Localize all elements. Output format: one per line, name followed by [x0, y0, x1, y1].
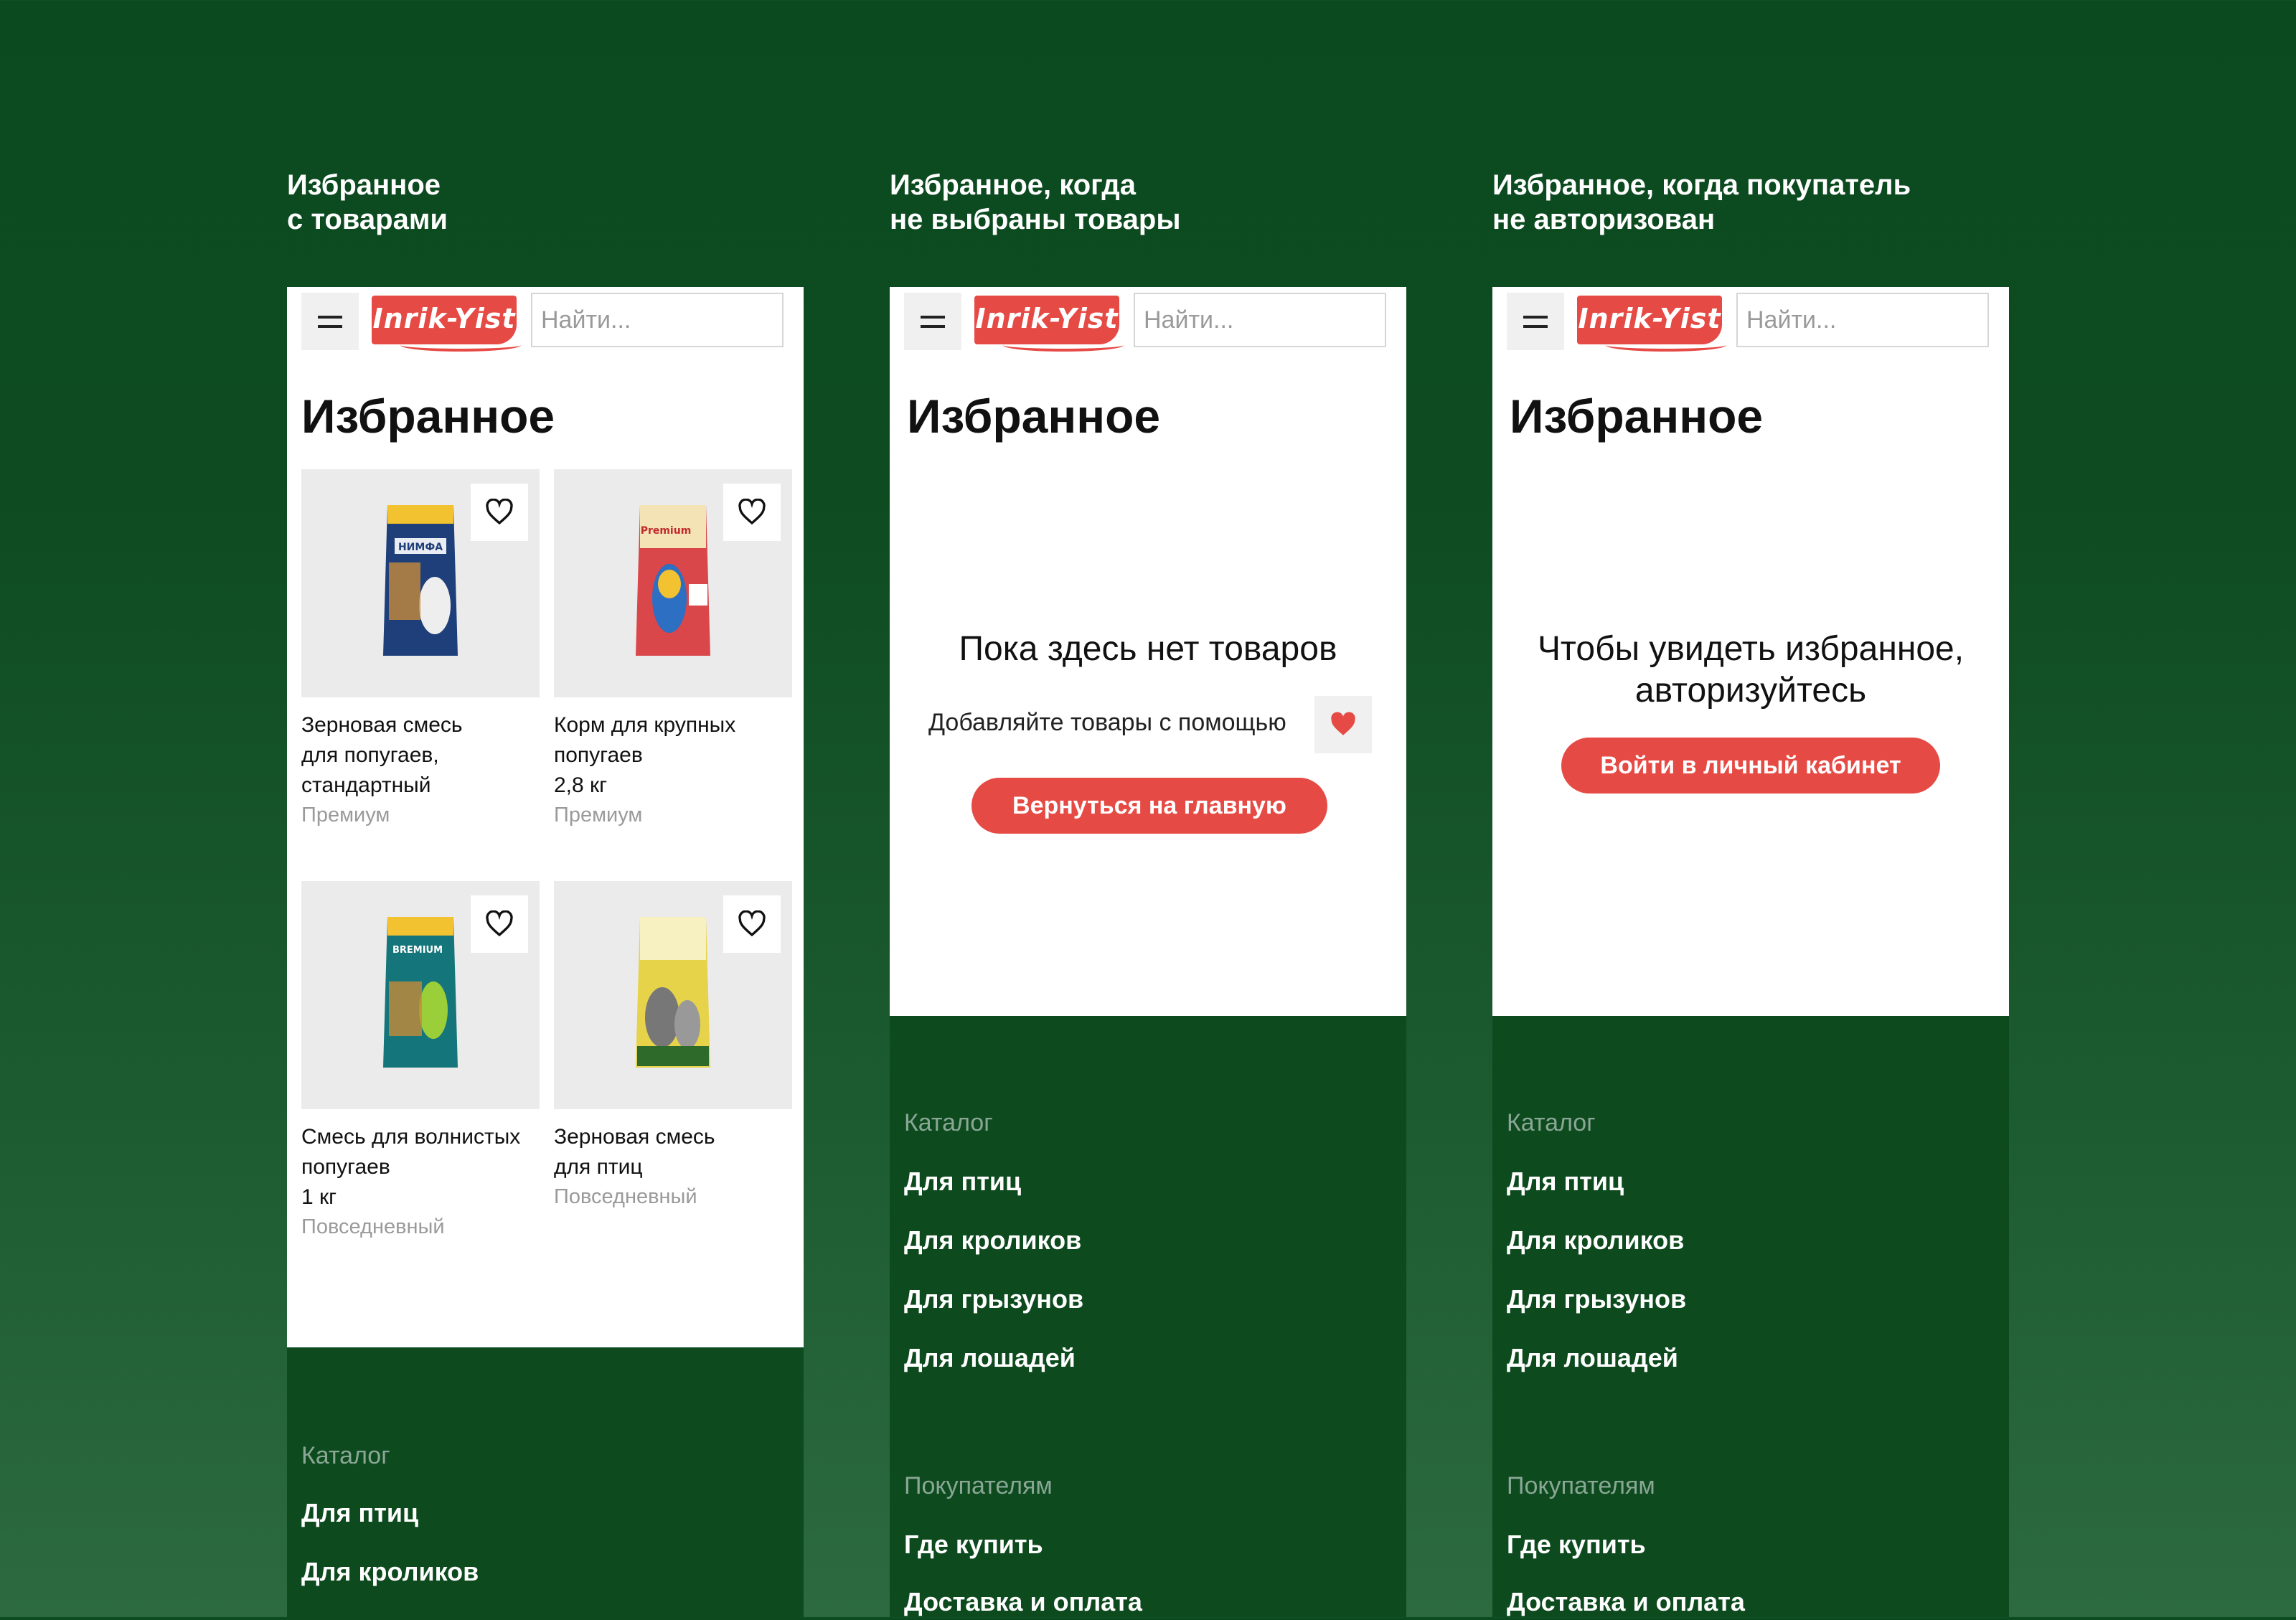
- product-name[interactable]: Зерновая смесь для попугаев, стандартный: [301, 710, 540, 801]
- footer-buyers-heading: Покупателям: [1507, 1472, 1655, 1499]
- favorite-toggle-button[interactable]: [723, 484, 781, 541]
- footer-link-rodents[interactable]: Для грызунов: [904, 1284, 1083, 1314]
- svg-text:Premium: Premium: [641, 525, 692, 537]
- screen-body: Inrik-Yist Найти... Избранное Пока здесь…: [890, 287, 1406, 1016]
- menu-button[interactable]: [904, 293, 961, 350]
- empty-state-hint: Добавляйте товары с помощью: [928, 709, 1286, 736]
- footer-buyers-heading: Покупателям: [904, 1472, 1053, 1499]
- screen-favorites-with-products: Inrik-Yist Найти... Избранное НИМФА Зерн…: [287, 287, 804, 1620]
- logo[interactable]: Inrik-Yist: [1577, 296, 1726, 352]
- page-title: Избранное: [301, 390, 555, 443]
- search-input[interactable]: Найти...: [1736, 293, 1989, 347]
- search-input[interactable]: Найти...: [1134, 293, 1386, 347]
- product-card[interactable]: НИМФА Зерновая смесь для попугаев, станд…: [301, 469, 540, 827]
- footer-link-rabbits[interactable]: Для кроликов: [1507, 1225, 1684, 1256]
- footer-catalog-heading: Каталог: [1507, 1109, 1596, 1136]
- product-tag: Повседневный: [301, 1215, 445, 1238]
- burger-icon: [1523, 315, 1548, 319]
- product-tag: Премиум: [554, 804, 643, 827]
- caption-unauthorized: Избранное, когда покупатель не авторизов…: [1492, 169, 1911, 235]
- menu-button[interactable]: [1507, 293, 1564, 350]
- product-pack-image: [636, 917, 710, 1068]
- footer-link-birds[interactable]: Для птиц: [1507, 1167, 1624, 1197]
- screen-body: Inrik-Yist Найти... Избранное НИМФА Зерн…: [287, 287, 804, 1347]
- footer-link-delivery[interactable]: Доставка и оплата: [904, 1587, 1142, 1617]
- product-card[interactable]: Зерновая смесь для птиц Повседневный: [554, 881, 792, 1209]
- product-pack-image: Premium: [636, 505, 710, 656]
- screen-body: Inrik-Yist Найти... Избранное Чтобы увид…: [1492, 287, 2009, 1016]
- footer: Каталог Для птиц Для кроликов Для грызун…: [890, 1016, 1406, 1617]
- footer: Каталог Для птиц Для кроликов Для грызун…: [1492, 1016, 2009, 1617]
- product-pack-image: BREMIUM: [383, 917, 458, 1068]
- heart-outline-icon: [738, 910, 766, 937]
- heart-outline-icon: [738, 499, 766, 525]
- footer-catalog-heading: Каталог: [904, 1109, 993, 1136]
- footer-link-rodents[interactable]: Для грызунов: [1507, 1284, 1686, 1314]
- product-image[interactable]: [554, 881, 792, 1109]
- screen-favorites-unauthorized: Inrik-Yist Найти... Избранное Чтобы увид…: [1492, 287, 2009, 1617]
- footer-link-where-to-buy[interactable]: Где купить: [1507, 1530, 1646, 1560]
- auth-title-line-1: Чтобы увидеть избранное,: [1537, 630, 1965, 668]
- heart-badge: [1314, 696, 1372, 753]
- page-title: Избранное: [1510, 390, 1764, 443]
- product-name[interactable]: Корм для крупных попугаев 2,8 кг: [554, 710, 792, 801]
- footer-link-birds[interactable]: Для птиц: [904, 1167, 1021, 1197]
- burger-icon: [318, 315, 342, 319]
- header: Inrik-Yist Найти...: [1492, 287, 2009, 364]
- back-to-home-button[interactable]: Вернуться на главную: [971, 778, 1327, 834]
- product-card[interactable]: BREMIUM Смесь для волнистых попугаев 1 к…: [301, 881, 540, 1239]
- footer-catalog-heading: Каталог: [301, 1442, 390, 1469]
- footer-link-delivery[interactable]: Доставка и оплата: [1507, 1587, 1745, 1617]
- burger-icon: [921, 315, 945, 319]
- empty-state-title: Пока здесь нет товаров: [959, 630, 1337, 668]
- login-button[interactable]: Войти в личный кабинет: [1561, 738, 1940, 793]
- auth-title-line-2: авторизуйтесь: [1634, 672, 1867, 710]
- footer-link-birds[interactable]: Для птиц: [301, 1498, 418, 1528]
- product-tag: Повседневный: [554, 1185, 697, 1208]
- footer-link-horses[interactable]: Для лошадей: [904, 1343, 1076, 1373]
- product-image[interactable]: НИМФА: [301, 469, 540, 697]
- product-name[interactable]: Смесь для волнистых попугаев 1 кг: [301, 1122, 540, 1212]
- footer-link-horses[interactable]: Для лошадей: [1507, 1343, 1678, 1373]
- product-name[interactable]: Зерновая смесь для птиц: [554, 1122, 792, 1182]
- product-tag: Премиум: [301, 804, 390, 827]
- footer-link-rabbits[interactable]: Для кроликов: [904, 1225, 1081, 1256]
- svg-text:BREMIUM: BREMIUM: [392, 945, 443, 956]
- header: Inrik-Yist Найти...: [890, 287, 1406, 364]
- favorite-toggle-button[interactable]: [723, 895, 781, 953]
- product-image[interactable]: BREMIUM: [301, 881, 540, 1109]
- favorite-toggle-button[interactable]: [471, 484, 528, 541]
- footer: Каталог Для птиц Для кроликов: [287, 1347, 804, 1620]
- caption-empty: Избранное, когда не выбраны товары: [890, 169, 1181, 235]
- favorite-toggle-button[interactable]: [471, 895, 528, 953]
- heart-filled-icon: [1331, 712, 1355, 735]
- svg-text:НИМФА: НИМФА: [398, 542, 443, 553]
- footer-link-where-to-buy[interactable]: Где купить: [904, 1530, 1043, 1560]
- footer-link-rabbits[interactable]: Для кроликов: [301, 1557, 479, 1587]
- menu-button[interactable]: [301, 293, 359, 350]
- heart-outline-icon: [486, 499, 513, 525]
- screen-favorites-empty: Inrik-Yist Найти... Избранное Пока здесь…: [890, 287, 1406, 1617]
- heart-outline-icon: [486, 910, 513, 937]
- logo[interactable]: Inrik-Yist: [372, 296, 521, 352]
- caption-with-products: Избранное с товарами: [287, 169, 448, 235]
- product-card[interactable]: Premium Корм для крупных попугаев 2,8 кг…: [554, 469, 792, 827]
- product-image[interactable]: Premium: [554, 469, 792, 697]
- logo[interactable]: Inrik-Yist: [974, 296, 1124, 352]
- search-input[interactable]: Найти...: [531, 293, 784, 347]
- product-pack-image: НИМФА: [383, 505, 458, 656]
- page-title: Избранное: [907, 390, 1161, 443]
- header: Inrik-Yist Найти...: [287, 287, 804, 364]
